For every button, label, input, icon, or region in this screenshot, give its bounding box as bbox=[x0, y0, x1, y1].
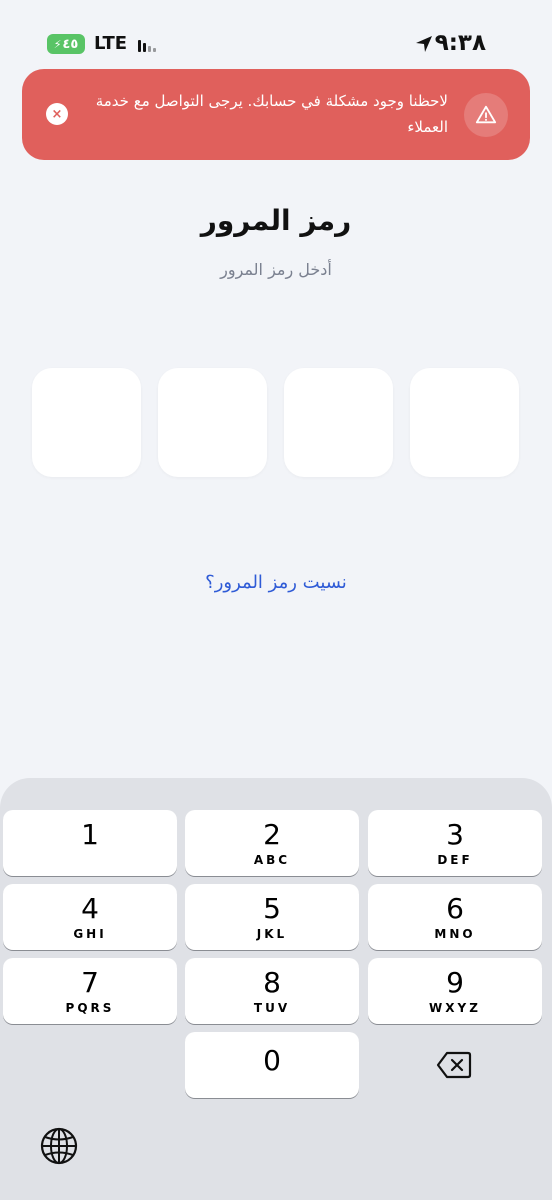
key-digit: 3 bbox=[446, 818, 464, 851]
key-letters: JKL bbox=[256, 927, 288, 941]
key-digit: 4 bbox=[81, 892, 99, 925]
key-letters: PQRS bbox=[65, 1001, 115, 1015]
key-digit: 0 bbox=[263, 1044, 281, 1077]
pin-digit-box-3[interactable] bbox=[284, 368, 393, 477]
key-digit: 5 bbox=[263, 892, 281, 925]
key-letters: DEF bbox=[437, 853, 473, 867]
charging-icon: ⚡ bbox=[53, 37, 62, 51]
status-time: ٩:٣٨ bbox=[434, 30, 486, 56]
key-3[interactable]: 3 DEF bbox=[368, 810, 542, 876]
home-indicator bbox=[201, 1187, 351, 1192]
key-letters: GHI bbox=[73, 927, 107, 941]
warning-message: لاحظنا وجود مشكلة في حسابك. يرجى التواصل… bbox=[95, 92, 448, 136]
location-arrow-icon bbox=[416, 36, 432, 52]
key-digit: 7 bbox=[81, 966, 99, 999]
key-letters: ABC bbox=[253, 853, 291, 867]
network-type: LTE bbox=[94, 33, 128, 54]
page-subtitle: أدخل رمز المرور bbox=[220, 260, 332, 279]
key-letters: WXYZ bbox=[429, 1001, 481, 1015]
key-9[interactable]: 9 WXYZ bbox=[368, 958, 542, 1024]
globe-icon[interactable] bbox=[40, 1127, 78, 1165]
battery-indicator: ⚡ ٤٥ bbox=[47, 34, 85, 54]
pin-digit-box-4[interactable] bbox=[410, 368, 519, 477]
page-title: رمز المرور bbox=[200, 204, 352, 237]
passcode-screen: ⚡ ٤٥ LTE ٩:٣٨ لاحظنا وجود مشكلة في حسابك… bbox=[0, 0, 552, 1200]
key-digit: 6 bbox=[446, 892, 464, 925]
key-1[interactable]: 1 bbox=[3, 810, 177, 876]
pin-digit-box-1[interactable] bbox=[32, 368, 141, 477]
key-digit: 9 bbox=[446, 966, 464, 999]
key-0[interactable]: 0 bbox=[185, 1032, 359, 1098]
key-digit: 1 bbox=[81, 818, 99, 851]
key-4[interactable]: 4 GHI bbox=[3, 884, 177, 950]
warning-icon bbox=[464, 93, 508, 137]
key-7[interactable]: 7 PQRS bbox=[3, 958, 177, 1024]
key-5[interactable]: 5 JKL bbox=[185, 884, 359, 950]
pin-input-row bbox=[32, 368, 519, 477]
key-8[interactable]: 8 TUV bbox=[185, 958, 359, 1024]
key-digit: 8 bbox=[263, 966, 281, 999]
pin-digit-box-2[interactable] bbox=[158, 368, 267, 477]
close-alert-button[interactable]: × bbox=[46, 103, 68, 125]
key-6[interactable]: 6 MNO bbox=[368, 884, 542, 950]
forgot-passcode-link[interactable]: نسيت رمز المرور؟ bbox=[0, 572, 552, 593]
backspace-icon[interactable] bbox=[436, 1051, 472, 1079]
key-digit: 2 bbox=[263, 818, 281, 851]
key-letters: TUV bbox=[253, 1001, 291, 1015]
key-letters: MNO bbox=[434, 927, 476, 941]
signal-icon bbox=[138, 37, 156, 52]
key-2[interactable]: 2 ABC bbox=[185, 810, 359, 876]
account-warning-banner: لاحظنا وجود مشكلة في حسابك. يرجى التواصل… bbox=[22, 69, 530, 160]
battery-level: ٤٥ bbox=[62, 36, 79, 52]
